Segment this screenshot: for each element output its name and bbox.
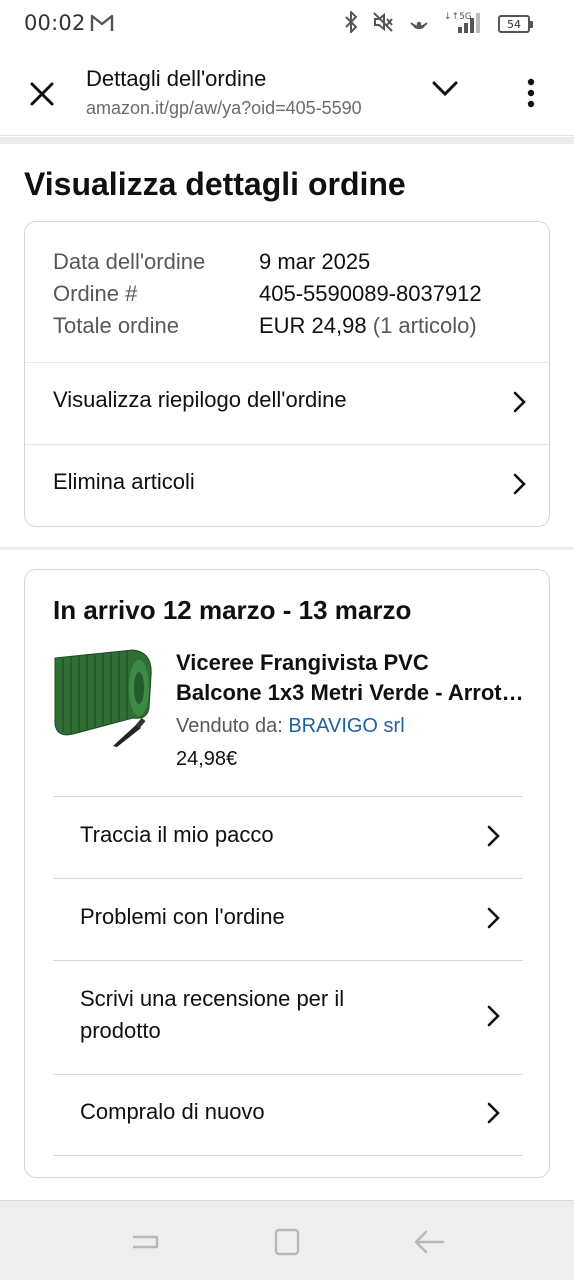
status-bar: 00:02 ↓↑5G 54 xyxy=(0,0,574,48)
seller-link[interactable]: BRAVIGO srl xyxy=(288,715,404,737)
order-date-label: Data dell'ordine xyxy=(53,249,206,274)
status-time: 00:02 xyxy=(24,11,86,35)
system-nav-bar xyxy=(0,1200,574,1280)
order-total-amount: EUR 24,98 xyxy=(259,313,367,338)
buy-again-link[interactable]: Compralo di nuovo xyxy=(53,1074,523,1156)
order-date-row: Data dell'ordine 9 mar 2025 xyxy=(53,246,482,278)
delete-items-label: Elimina articoli xyxy=(53,469,195,494)
bluetooth-icon xyxy=(344,9,358,38)
recents-icon[interactable] xyxy=(128,1225,162,1259)
sold-by: Venduto da: BRAVIGO srl xyxy=(176,715,405,738)
more-vertical-icon[interactable] xyxy=(526,78,536,108)
chevron-right-icon xyxy=(513,391,527,413)
toolbar-url[interactable]: amazon.it/gp/aw/ya?oid=405-5590 xyxy=(86,98,402,119)
order-number-value: 405-5590089-8037912 xyxy=(259,281,482,306)
product-title[interactable]: Viceree Frangivista PVC Balcone 1x3 Metr… xyxy=(176,648,526,708)
custom-tab-toolbar: Dettagli dell'ordine amazon.it/gp/aw/ya?… xyxy=(0,48,574,136)
order-date-value: 9 mar 2025 xyxy=(259,249,371,274)
view-order-summary-label: Visualizza riepilogo dell'ordine xyxy=(53,387,347,412)
mute-icon xyxy=(372,11,394,38)
buy-again-label: Compralo di nuovo xyxy=(80,1099,265,1124)
signal-5g-icon: ↓↑5G xyxy=(444,10,484,39)
order-total-label: Totale ordine xyxy=(53,313,179,338)
sold-by-label: Venduto da: xyxy=(176,715,283,737)
battery-icon: 54 xyxy=(498,15,533,33)
order-summary-card: Data dell'ordine 9 mar 2025 Ordine # 405… xyxy=(24,221,550,527)
order-number-label: Ordine # xyxy=(53,281,138,306)
hotspot-icon xyxy=(408,11,430,38)
view-order-summary-link[interactable]: Visualizza riepilogo dell'ordine xyxy=(25,362,549,444)
order-total-row: Totale ordine EUR 24,98 (1 articolo) xyxy=(53,310,482,342)
shipment-card: In arrivo 12 marzo - 13 marzo Viceree Fr… xyxy=(24,569,550,1178)
product-price: 24,98€ xyxy=(176,748,238,770)
order-problems-label: Problemi con l'ordine xyxy=(80,904,285,929)
chevron-right-icon xyxy=(487,907,501,929)
page-title: Visualizza dettagli ordine xyxy=(24,166,406,202)
write-review-label: Scrivi una recensione per il prodotto xyxy=(80,986,345,1043)
gmail-icon xyxy=(90,13,114,38)
product-title-line1: Viceree Frangivista PVC xyxy=(176,650,429,675)
chevron-right-icon xyxy=(487,825,501,847)
svg-text:↓↑5G: ↓↑5G xyxy=(444,12,472,22)
delete-items-link[interactable]: Elimina articoli xyxy=(25,444,549,526)
divider xyxy=(0,137,574,144)
order-number-row: Ordine # 405-5590089-8037912 xyxy=(53,278,482,310)
section-divider xyxy=(0,547,574,550)
order-info: Data dell'ordine 9 mar 2025 Ordine # 405… xyxy=(53,246,482,342)
chevron-right-icon xyxy=(487,1005,501,1027)
chevron-down-icon[interactable] xyxy=(432,81,458,102)
chevron-right-icon xyxy=(513,473,527,495)
arrival-estimate: In arrivo 12 marzo - 13 marzo xyxy=(53,595,412,625)
list-end-divider xyxy=(53,1155,523,1156)
chevron-right-icon xyxy=(487,1102,501,1124)
toolbar-title: Dettagli dell'ordine xyxy=(86,66,267,91)
home-icon[interactable] xyxy=(270,1225,304,1259)
product-title-line2: Balcone 1x3 Metri Verde - Arrotolabile xyxy=(176,680,526,705)
back-icon[interactable] xyxy=(412,1225,446,1259)
order-item-count: (1 articolo) xyxy=(372,313,477,338)
write-review-link[interactable]: Scrivi una recensione per il prodotto xyxy=(53,960,523,1074)
track-package-label: Traccia il mio pacco xyxy=(80,822,274,847)
close-icon[interactable] xyxy=(28,80,56,108)
order-problems-link[interactable]: Problemi con l'ordine xyxy=(53,878,523,960)
order-total-value: EUR 24,98 (1 articolo) xyxy=(259,310,477,342)
product-image[interactable] xyxy=(53,648,153,748)
track-package-link[interactable]: Traccia il mio pacco xyxy=(53,796,523,878)
